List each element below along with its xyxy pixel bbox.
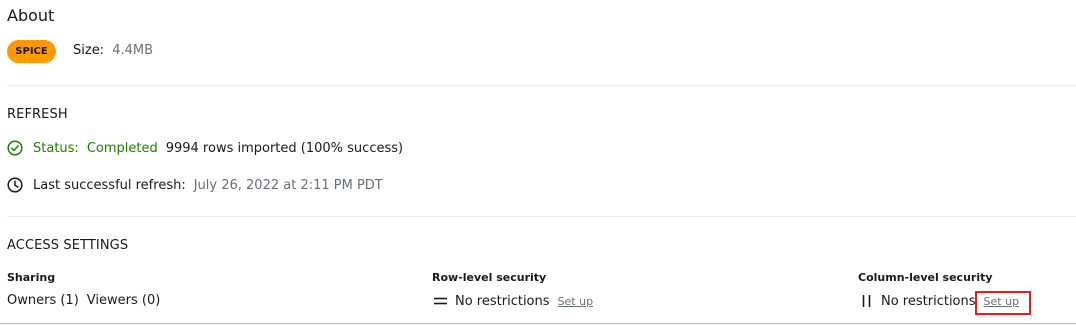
- setup-highlight-box: [975, 291, 1031, 315]
- last-refresh-value: July 26, 2022 at 2:11 PM PDT: [193, 177, 383, 193]
- divider: [7, 216, 1076, 217]
- viewers-count[interactable]: Viewers (0): [87, 293, 161, 308]
- sharing-heading: Sharing: [7, 271, 56, 284]
- last-refresh-row: Last successful refresh: July 26, 2022 a…: [7, 177, 383, 193]
- divider: [7, 85, 1076, 86]
- row-level-security-heading: Row-level security: [432, 271, 547, 284]
- row-level-security-value: No restrictions: [455, 293, 550, 309]
- rows-icon: [433, 293, 448, 309]
- size-info: Size: 4.4MB: [73, 43, 153, 58]
- status-detail: 9994 rows imported (100% success): [165, 140, 404, 156]
- refresh-status-row: Status: Completed 9994 rows imported (10…: [7, 140, 403, 156]
- row-level-setup-link[interactable]: Set up: [558, 295, 594, 308]
- spice-badge: SPICE: [7, 40, 56, 63]
- last-refresh-label: Last successful refresh:: [33, 177, 186, 193]
- size-value: 4.4MB: [112, 43, 154, 58]
- owners-count[interactable]: Owners (1): [7, 293, 79, 308]
- status-label: Status:: [33, 140, 79, 156]
- column-level-security-value: No restrictions: [881, 293, 976, 309]
- clock-icon: [7, 177, 23, 193]
- bottom-divider: [0, 323, 1076, 324]
- sharing-values: Owners (1) Viewers (0): [7, 293, 160, 308]
- row-level-security-values: No restrictions Set up: [433, 293, 593, 309]
- size-label: Size:: [73, 43, 105, 58]
- columns-icon: [859, 293, 874, 309]
- status-value: Completed: [86, 140, 158, 156]
- check-circle-icon: [7, 140, 23, 156]
- about-title: About: [7, 6, 55, 25]
- column-level-security-heading: Column-level security: [858, 271, 993, 284]
- access-section-title: ACCESS SETTINGS: [7, 238, 129, 253]
- refresh-section-title: REFRESH: [7, 107, 68, 122]
